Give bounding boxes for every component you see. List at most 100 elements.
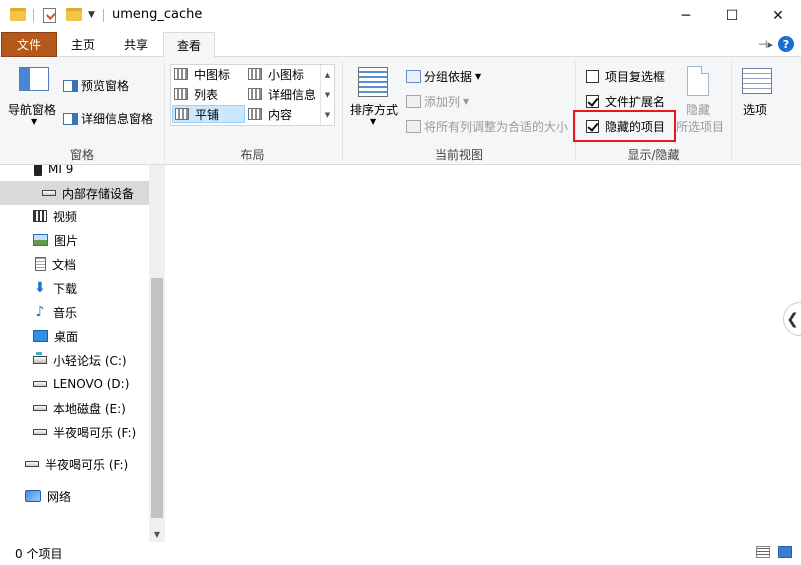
music-icon: ♪ (35, 304, 45, 320)
tab-view[interactable]: 查看 (163, 32, 215, 58)
nav-item-videos[interactable]: 视频 (33, 204, 77, 228)
layout-label: 平铺 (195, 107, 220, 122)
expand-gallery-icon[interactable]: ▼ (325, 111, 330, 119)
tab-file[interactable]: 文件 (1, 32, 57, 57)
show-hide-group-label: 显示/隐藏 (627, 148, 680, 162)
layout-medium-icons[interactable]: 中图标 (174, 65, 230, 83)
layout-content[interactable]: 内容 (248, 105, 292, 123)
sort-by-label[interactable]: 排序方式 (350, 101, 398, 118)
sort-by-button[interactable] (358, 67, 391, 97)
desktop-icon (33, 330, 48, 342)
item-checkboxes-toggle[interactable]: 项目复选框 (586, 68, 665, 85)
picture-icon (33, 234, 48, 246)
layout-label: 内容 (268, 107, 293, 122)
details-pane-icon (63, 112, 78, 125)
close-button[interactable]: ✕ (755, 0, 801, 31)
details-view-icon[interactable] (756, 546, 770, 558)
tab-share[interactable]: 共享 (109, 32, 163, 57)
nav-item-drive-f-root[interactable]: 半夜喝可乐 (F:) (25, 452, 128, 476)
layout-small-icons[interactable]: 小图标 (248, 65, 304, 83)
video-icon (33, 210, 47, 222)
nav-item-label: 半夜喝可乐 (F:) (53, 425, 137, 440)
options-button[interactable] (742, 68, 775, 94)
layout-list[interactable]: 列表 (174, 85, 218, 103)
pin-ribbon-icon[interactable]: ⊣▸ (758, 38, 773, 51)
system-drive-icon (33, 352, 47, 364)
hide-selected-button[interactable] (687, 66, 712, 96)
layout-group-label: 布局 (240, 148, 265, 162)
group-by-button[interactable]: 分组依据 ▼ (406, 68, 481, 85)
ribbon: 导航窗格 ▼ 预览窗格 详细信息窗格 窗格 布局 排序方式 ▼ 分组依据 ▼ 添… (0, 57, 801, 165)
window-title: umeng_cache (112, 7, 203, 22)
chevron-up-icon[interactable]: ▲ (325, 71, 330, 79)
nav-item-label: 网络 (47, 489, 72, 504)
details-pane-button[interactable]: 详细信息窗格 (63, 110, 153, 127)
nav-item-drive-c[interactable]: 小轻论坛 (C:) (33, 348, 127, 372)
hide-selected-label-top: 隐藏 (686, 103, 711, 117)
nav-item-phone[interactable]: MI 9 (34, 165, 73, 181)
properties-icon[interactable] (43, 8, 56, 23)
chevron-down-icon: ▼ (31, 117, 38, 126)
navigation-pane-button[interactable] (19, 67, 52, 91)
chevron-down-icon: ▼ (475, 72, 482, 81)
tab-home[interactable]: 主页 (57, 32, 109, 57)
nav-item-drive-d[interactable]: LENOVO (D:) (33, 372, 129, 396)
maximize-button[interactable]: ☐ (709, 0, 755, 31)
nav-item-label: 文档 (52, 257, 77, 272)
customize-quick-access-icon[interactable]: ▼ (88, 10, 95, 20)
file-extensions-toggle[interactable]: 文件扩展名 (586, 93, 665, 110)
layout-details[interactable]: 详细信息 (248, 85, 316, 103)
small-icons-icon (248, 68, 262, 80)
chevron-down-icon: ▼ (463, 97, 470, 106)
minimize-button[interactable]: ─ (663, 0, 709, 31)
preview-pane-button[interactable]: 预览窗格 (63, 77, 129, 94)
drive-icon (33, 405, 47, 411)
chevron-down-icon[interactable]: ▼ (149, 526, 165, 542)
options-icon (742, 68, 772, 94)
title-separator (103, 9, 104, 22)
layout-gallery-scroller[interactable]: ▲ ▼ ▼ (320, 65, 334, 125)
chevron-left-icon[interactable]: ❮ (783, 302, 801, 336)
help-icon[interactable]: ? (778, 36, 794, 52)
chevron-down-icon: ▼ (370, 117, 377, 126)
add-columns-button[interactable]: 添加列 ▼ (406, 93, 469, 110)
nav-scrollbar[interactable]: ▼ (149, 165, 165, 542)
layout-tiles[interactable]: 平铺 (172, 105, 245, 123)
nav-item-pictures[interactable]: 图片 (33, 228, 78, 252)
nav-item-label: 音乐 (53, 305, 78, 320)
options-label[interactable]: 选项 (743, 101, 767, 118)
nav-item-label: MI 9 (48, 165, 74, 176)
drive-icon (42, 190, 56, 196)
file-list-area[interactable]: ❮ (165, 165, 801, 542)
nav-item-label: 半夜喝可乐 (F:) (45, 457, 129, 472)
layout-label: 小图标 (268, 67, 305, 82)
nav-item-label: 视频 (53, 209, 78, 224)
nav-item-drive-e[interactable]: 本地磁盘 (E:) (33, 396, 126, 420)
nav-item-drive-f[interactable]: 半夜喝可乐 (F:) (33, 420, 136, 444)
group-separator (731, 62, 732, 160)
nav-item-label: 图片 (54, 233, 79, 248)
drive-icon (33, 429, 47, 435)
item-checkboxes-checkbox[interactable] (586, 70, 599, 83)
item-count: 0 个项目 (15, 547, 63, 561)
layout-label: 列表 (194, 87, 219, 102)
size-all-columns-button[interactable]: 将所有列调整为合适的大小 (406, 118, 568, 135)
new-folder-icon[interactable] (66, 8, 82, 21)
file-extensions-checkbox[interactable] (586, 95, 599, 108)
preview-pane-icon (63, 79, 78, 92)
group-by-icon (406, 70, 421, 83)
navigation-pane: MI 9 内部存储设备 视频 图片 文档 ⬇ 下载 ♪ 音乐 桌面 小轻论坛 (… (0, 165, 165, 542)
nav-item-documents[interactable]: 文档 (35, 252, 76, 276)
nav-item-music[interactable]: ♪ 音乐 (33, 300, 77, 324)
nav-item-network[interactable]: 网络 (25, 484, 71, 508)
layout-gallery: 中图标 小图标 列表 详细信息 平铺 内容 (170, 64, 335, 126)
navigation-pane-label[interactable]: 导航窗格 (8, 101, 56, 118)
nav-item-desktop[interactable]: 桌面 (33, 324, 78, 348)
large-icons-view-icon[interactable] (778, 546, 792, 558)
nav-scrollbar-thumb[interactable] (151, 278, 163, 518)
preview-pane-label: 预览窗格 (81, 79, 130, 93)
nav-item-downloads[interactable]: ⬇ 下载 (33, 276, 77, 300)
chevron-down-icon[interactable]: ▼ (325, 91, 330, 99)
nav-item-internal-storage[interactable]: 内部存储设备 (0, 181, 149, 205)
nav-item-label: 小轻论坛 (C:) (53, 353, 127, 368)
